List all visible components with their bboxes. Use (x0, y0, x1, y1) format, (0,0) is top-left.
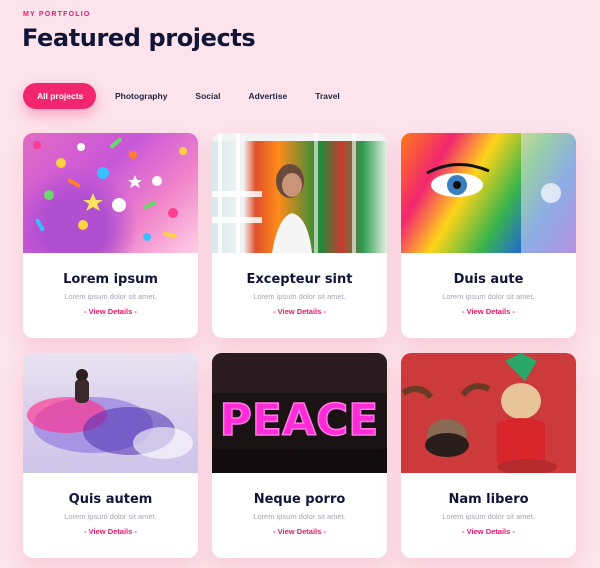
project-card[interactable]: PEACE Neque porro Lorem ipsum dolor sit … (212, 353, 387, 558)
projects-grid: Lorem ipsum Lorem ipsum dolor sit amet. … (23, 133, 576, 558)
project-card[interactable]: Nam libero Lorem ipsum dolor sit amet. -… (401, 353, 576, 558)
project-image-dogs (401, 353, 576, 473)
project-card[interactable]: Lorem ipsum Lorem ipsum dolor sit amet. … (23, 133, 198, 338)
peace-sign-text: PEACE (220, 395, 379, 446)
project-card[interactable]: Duis aute Lorem ipsum dolor sit amet. - … (401, 133, 576, 338)
page-title: Featured projects (22, 24, 256, 52)
project-title: Excepteur sint (246, 272, 353, 287)
project-image-sprinkles (23, 133, 198, 253)
view-details-link[interactable]: - View Details - (212, 307, 387, 316)
project-title: Nam libero (448, 492, 529, 507)
view-details-link[interactable]: - View Details - (401, 527, 576, 536)
project-card[interactable]: Excepteur sint Lorem ipsum dolor sit ame… (212, 133, 387, 338)
project-subtitle: Lorem ipsum dolor sit amet. (442, 292, 535, 301)
project-subtitle: Lorem ipsum dolor sit amet. (253, 292, 346, 301)
view-details-link[interactable]: - View Details - (23, 527, 198, 536)
filter-advertise[interactable]: Advertise (234, 83, 301, 109)
filter-tabs: All projects Photography Social Advertis… (23, 83, 354, 109)
project-title: Lorem ipsum (63, 272, 158, 287)
project-card[interactable]: Quis autem Lorem ipsum dolor sit amet. -… (23, 353, 198, 558)
filter-all-projects[interactable]: All projects (23, 83, 96, 109)
project-image-smoke (23, 353, 198, 473)
project-image-painted-face (401, 133, 576, 253)
filter-social[interactable]: Social (181, 83, 234, 109)
project-subtitle: Lorem ipsum dolor sit amet. (253, 512, 346, 521)
filter-travel[interactable]: Travel (301, 83, 354, 109)
eyebrow-label: MY PORTFOLIO (23, 11, 91, 18)
project-title: Duis aute (453, 272, 524, 287)
project-image-peace: PEACE (212, 353, 387, 473)
view-details-link[interactable]: - View Details - (23, 307, 198, 316)
project-subtitle: Lorem ipsum dolor sit amet. (442, 512, 535, 521)
project-image-playground (212, 133, 387, 253)
project-subtitle: Lorem ipsum dolor sit amet. (64, 512, 157, 521)
project-title: Neque porro (253, 492, 346, 507)
project-title: Quis autem (68, 492, 153, 507)
view-details-link[interactable]: - View Details - (212, 527, 387, 536)
project-subtitle: Lorem ipsum dolor sit amet. (64, 292, 157, 301)
filter-photography[interactable]: Photography (101, 83, 181, 109)
view-details-link[interactable]: - View Details - (401, 307, 576, 316)
